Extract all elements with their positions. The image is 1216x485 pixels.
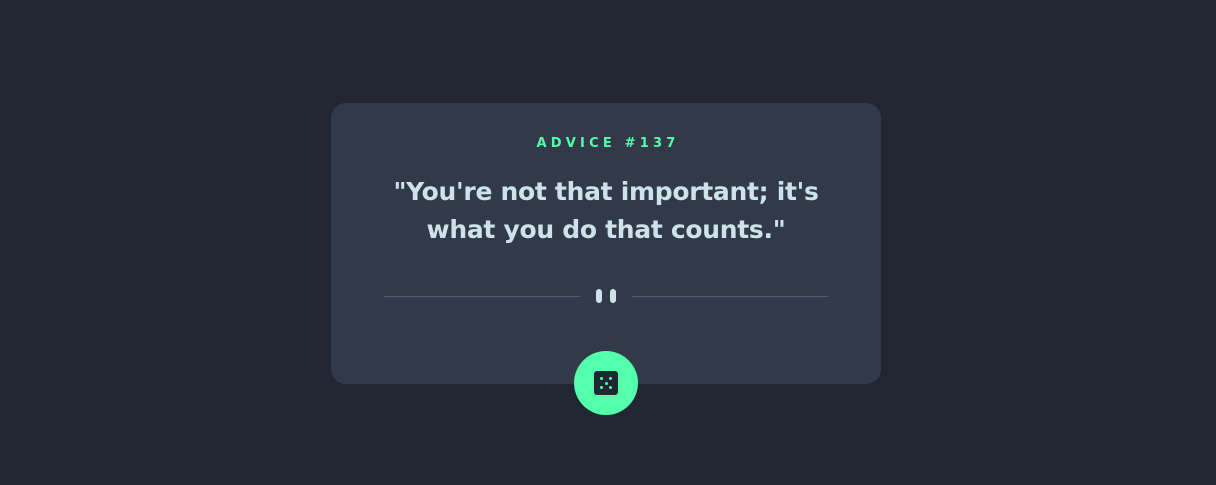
advice-card: ADVICE #137 "You're not that important; …: [331, 103, 881, 384]
new-advice-button[interactable]: [574, 351, 638, 415]
pattern-divider: [384, 289, 828, 303]
divider-line-right: [632, 296, 828, 297]
pause-icon: [596, 289, 616, 303]
advice-id-label: ADVICE #137: [536, 136, 680, 151]
dice-icon: [594, 371, 618, 395]
advice-quote: "You're not that important; it's what yo…: [393, 177, 819, 244]
divider-line-left: [384, 296, 580, 297]
